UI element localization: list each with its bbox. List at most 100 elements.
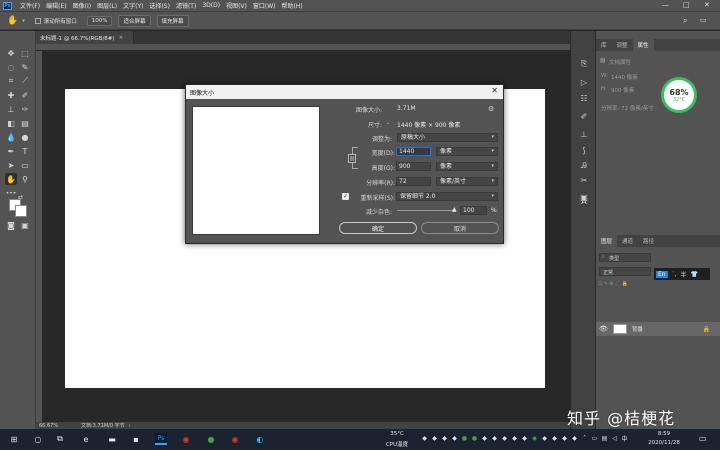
reduce-noise-slider-track[interactable] — [397, 210, 453, 211]
volume-icon[interactable]: ◁ — [611, 435, 618, 442]
clone-stamp-tool-icon[interactable]: ⊥ — [5, 103, 17, 115]
menu-3d[interactable]: 3D(D) — [202, 2, 220, 9]
character-panel-icon[interactable]: Ꭿ — [578, 160, 590, 172]
scroll-all-windows-checkbox[interactable]: 滚动所有窗口 — [34, 17, 77, 25]
tab-libraries[interactable]: 库 — [596, 41, 612, 51]
wechat-tray-icon[interactable]: ● — [471, 435, 478, 442]
hand-tool-icon[interactable]: ✋ — [5, 173, 17, 185]
move-tool-icon[interactable]: ✥ — [5, 47, 17, 59]
gradient-tool-icon[interactable]: ▤ — [19, 117, 31, 129]
hand-tool-icon[interactable]: ✋ — [7, 16, 18, 26]
task-view-icon[interactable]: ⧉ — [54, 433, 66, 445]
edge-browser-icon[interactable]: e — [80, 433, 92, 445]
minimize-button[interactable]: — — [662, 1, 669, 9]
menu-select[interactable]: 选择(S) — [149, 1, 170, 10]
adjustments-panel-icon[interactable]: ☷ — [578, 92, 590, 104]
status-arrow-icon[interactable]: › — [129, 423, 131, 429]
tool-presets-panel-icon[interactable]: ✂ — [578, 174, 590, 186]
settings-gear-icon[interactable]: ⚙ — [488, 105, 494, 113]
chevron-up-icon[interactable]: ˄ — [581, 435, 588, 442]
type-tool-icon[interactable]: T — [19, 145, 31, 157]
photoshop-logo-icon[interactable]: Ps — [3, 1, 12, 10]
tray-icon[interactable]: ◆ — [491, 435, 498, 442]
search-icon[interactable]: ○ — [32, 433, 44, 445]
marquee-tool-icon[interactable]: ⬚ — [19, 47, 31, 59]
blend-mode-dropdown[interactable]: 正常 — [599, 267, 651, 276]
brush-settings-panel-icon[interactable]: ✐ — [578, 110, 590, 122]
chrome-icon[interactable]: ◉ — [180, 433, 192, 445]
menu-filter[interactable]: 滤镜(T) — [176, 1, 196, 10]
ime-halfwidth-toggle[interactable]: 半 — [681, 270, 687, 279]
tab-adjustments[interactable]: 调整 — [612, 41, 633, 51]
layer-filter-dropdown[interactable]: ⌕ 类型 — [599, 253, 651, 262]
history-brush-tool-icon[interactable]: ✑ — [19, 103, 31, 115]
zoom-100-button[interactable]: 100% — [86, 15, 113, 26]
tab-channels[interactable]: 通道 — [617, 237, 638, 247]
windows-start-icon[interactable]: ⊞ — [8, 433, 20, 445]
ok-button[interactable]: 确定 — [339, 222, 417, 234]
resample-checkbox[interactable]: ✓ — [342, 193, 349, 200]
more-tools-icon[interactable]: ••• — [5, 187, 17, 199]
height-input[interactable]: 900 — [396, 162, 431, 171]
quick-mask-icon[interactable]: ◙ — [5, 219, 17, 231]
tray-icon[interactable]: ◆ — [541, 435, 548, 442]
zoom-tool-icon[interactable]: ⚲ — [19, 173, 31, 185]
tray-icon[interactable]: ◆ — [521, 435, 528, 442]
blur-tool-icon[interactable]: 💧 — [5, 131, 17, 143]
checkbox-box[interactable] — [34, 17, 41, 24]
document-tab[interactable]: 未标题-1 @ 66.7%(RGB/8#) × — [36, 31, 134, 44]
menu-file[interactable]: 文件(F) — [20, 1, 40, 10]
wechat-tray-icon[interactable]: ● — [461, 435, 468, 442]
path-select-tool-icon[interactable]: ➤ — [5, 159, 17, 171]
tab-layers[interactable]: 图层 — [596, 235, 618, 247]
height-unit-dropdown[interactable]: 像素 ▾ — [436, 162, 498, 171]
menu-window[interactable]: 窗口(W) — [253, 1, 276, 10]
dodge-tool-icon[interactable]: ● — [19, 131, 31, 143]
photoshop-taskbar-icon[interactable]: Ps — [155, 433, 167, 445]
actions-panel-icon[interactable]: ▷ — [578, 76, 590, 88]
menu-edit[interactable]: 编辑(E) — [46, 1, 66, 10]
network-icon[interactable]: ▤ — [601, 435, 608, 442]
tray-icon[interactable]: ◆ — [511, 435, 518, 442]
tray-icon[interactable]: ◆ — [571, 435, 578, 442]
crop-tool-icon[interactable]: ⌗ — [5, 75, 17, 87]
clock-date[interactable]: 2020/11/28 — [648, 440, 680, 446]
image-preview[interactable] — [192, 106, 320, 235]
menu-view[interactable]: 视图(V) — [226, 1, 247, 10]
close-document-icon[interactable]: × — [119, 35, 124, 41]
tab-paths[interactable]: 路径 — [638, 237, 659, 247]
lock-icon[interactable]: 🔒 — [703, 326, 710, 333]
tray-icon[interactable]: ◆ — [451, 435, 458, 442]
quick-select-tool-icon[interactable]: ✎ — [19, 61, 31, 73]
resolution-input[interactable]: 72 — [396, 177, 431, 186]
app-icon-2[interactable]: ◐ — [254, 433, 266, 445]
file-explorer-icon[interactable]: ▬ — [106, 433, 118, 445]
resolution-unit-dropdown[interactable]: 像素/英寸 ▾ — [436, 177, 498, 186]
clone-source-panel-icon[interactable]: ⊥ — [578, 128, 590, 140]
fit-to-dropdown[interactable]: 原稿大小 ▾ — [397, 133, 498, 142]
paragraph-panel-icon[interactable]: A — [578, 195, 590, 207]
lasso-tool-icon[interactable]: ◌ — [5, 61, 17, 73]
eraser-tool-icon[interactable]: ◧ — [5, 117, 17, 129]
pen-tool-icon[interactable]: ✒ — [5, 145, 17, 157]
tray-icon[interactable]: ◆ — [501, 435, 508, 442]
tray-icon[interactable]: ◆ — [481, 435, 488, 442]
performance-gauge[interactable]: 68% 32°C — [661, 77, 697, 113]
rectangle-tool-icon[interactable]: ▭ — [19, 159, 31, 171]
fill-screen-button[interactable]: 填充屏幕 — [156, 14, 189, 27]
tray-icon[interactable]: ◆ — [431, 435, 438, 442]
width-input[interactable]: 1440 — [396, 147, 431, 156]
maximize-button[interactable]: □ — [683, 1, 690, 9]
healing-brush-tool-icon[interactable]: ✚ — [5, 89, 17, 101]
search-icon[interactable]: ⌕ — [683, 16, 687, 26]
reduce-noise-slider-thumb[interactable]: ▲ — [452, 206, 457, 213]
tray-icon[interactable]: ◆ — [421, 435, 428, 442]
wechat-icon[interactable]: ● — [205, 433, 217, 445]
close-window-button[interactable]: ✕ — [704, 1, 710, 9]
menu-layer[interactable]: 图层(L) — [97, 1, 117, 10]
tray-icon[interactable]: ◆ — [551, 435, 558, 442]
layer-row-background[interactable]: 👁 背景 🔒 — [596, 322, 720, 336]
nvidia-tray-icon[interactable]: ◆ — [531, 435, 538, 442]
clock-time[interactable]: 8:59 — [648, 431, 680, 437]
chrome-icon-2[interactable]: ◉ — [229, 433, 241, 445]
